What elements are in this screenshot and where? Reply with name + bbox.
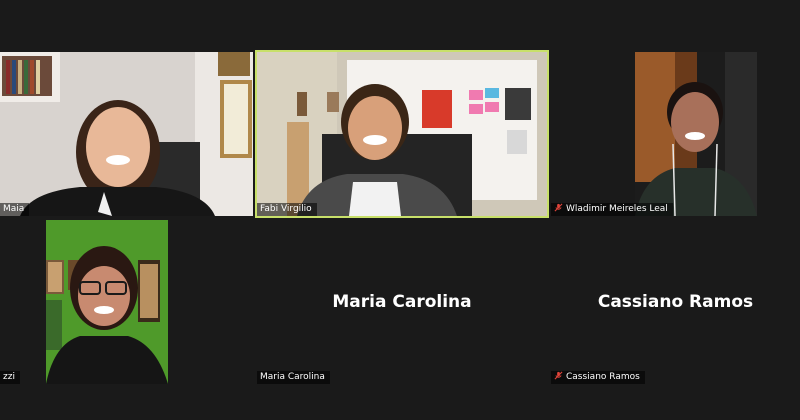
mic-muted-icon xyxy=(554,371,563,380)
participant-name: Cassiano Ramos xyxy=(566,372,640,382)
participant-tile-fabi-virgilio[interactable]: Fabi Virgilio xyxy=(255,50,549,218)
mic-muted-icon xyxy=(554,203,563,212)
participant-name-label: Fabi Virgilio xyxy=(257,203,317,216)
participant-display-name: Cassiano Ramos xyxy=(597,292,754,312)
participant-tile-maia[interactable]: Maia xyxy=(0,52,253,216)
participant-name: zzi xyxy=(3,372,15,382)
participant-name-label: Maia xyxy=(0,203,30,216)
participant-tile-cassiano-ramos[interactable]: Cassiano Ramos Cassiano Ramos xyxy=(551,220,800,384)
participant-name: Fabi Virgilio xyxy=(260,204,312,214)
participant-name: Wladimir Meireles Leal xyxy=(566,204,668,214)
participant-tile-zzi[interactable]: zzi xyxy=(0,220,253,384)
participant-name-label: Cassiano Ramos xyxy=(551,371,645,384)
participant-name: Maria Carolina xyxy=(260,372,325,382)
participant-tile-wladimir-meireles-leal[interactable]: Wladimir Meireles Leal xyxy=(551,52,800,216)
participant-video xyxy=(46,220,168,384)
participant-tile-maria-carolina[interactable]: Maria Carolina Maria Carolina xyxy=(257,220,547,384)
participant-display-name: Maria Carolina xyxy=(332,292,472,312)
participant-video xyxy=(635,52,757,216)
participant-video xyxy=(257,52,547,216)
participant-name-label: Maria Carolina xyxy=(257,371,330,384)
participant-name-label: Wladimir Meireles Leal xyxy=(551,203,673,216)
participant-name: Maia xyxy=(3,204,25,214)
participant-video xyxy=(0,52,253,216)
participant-name-label: zzi xyxy=(0,371,20,384)
